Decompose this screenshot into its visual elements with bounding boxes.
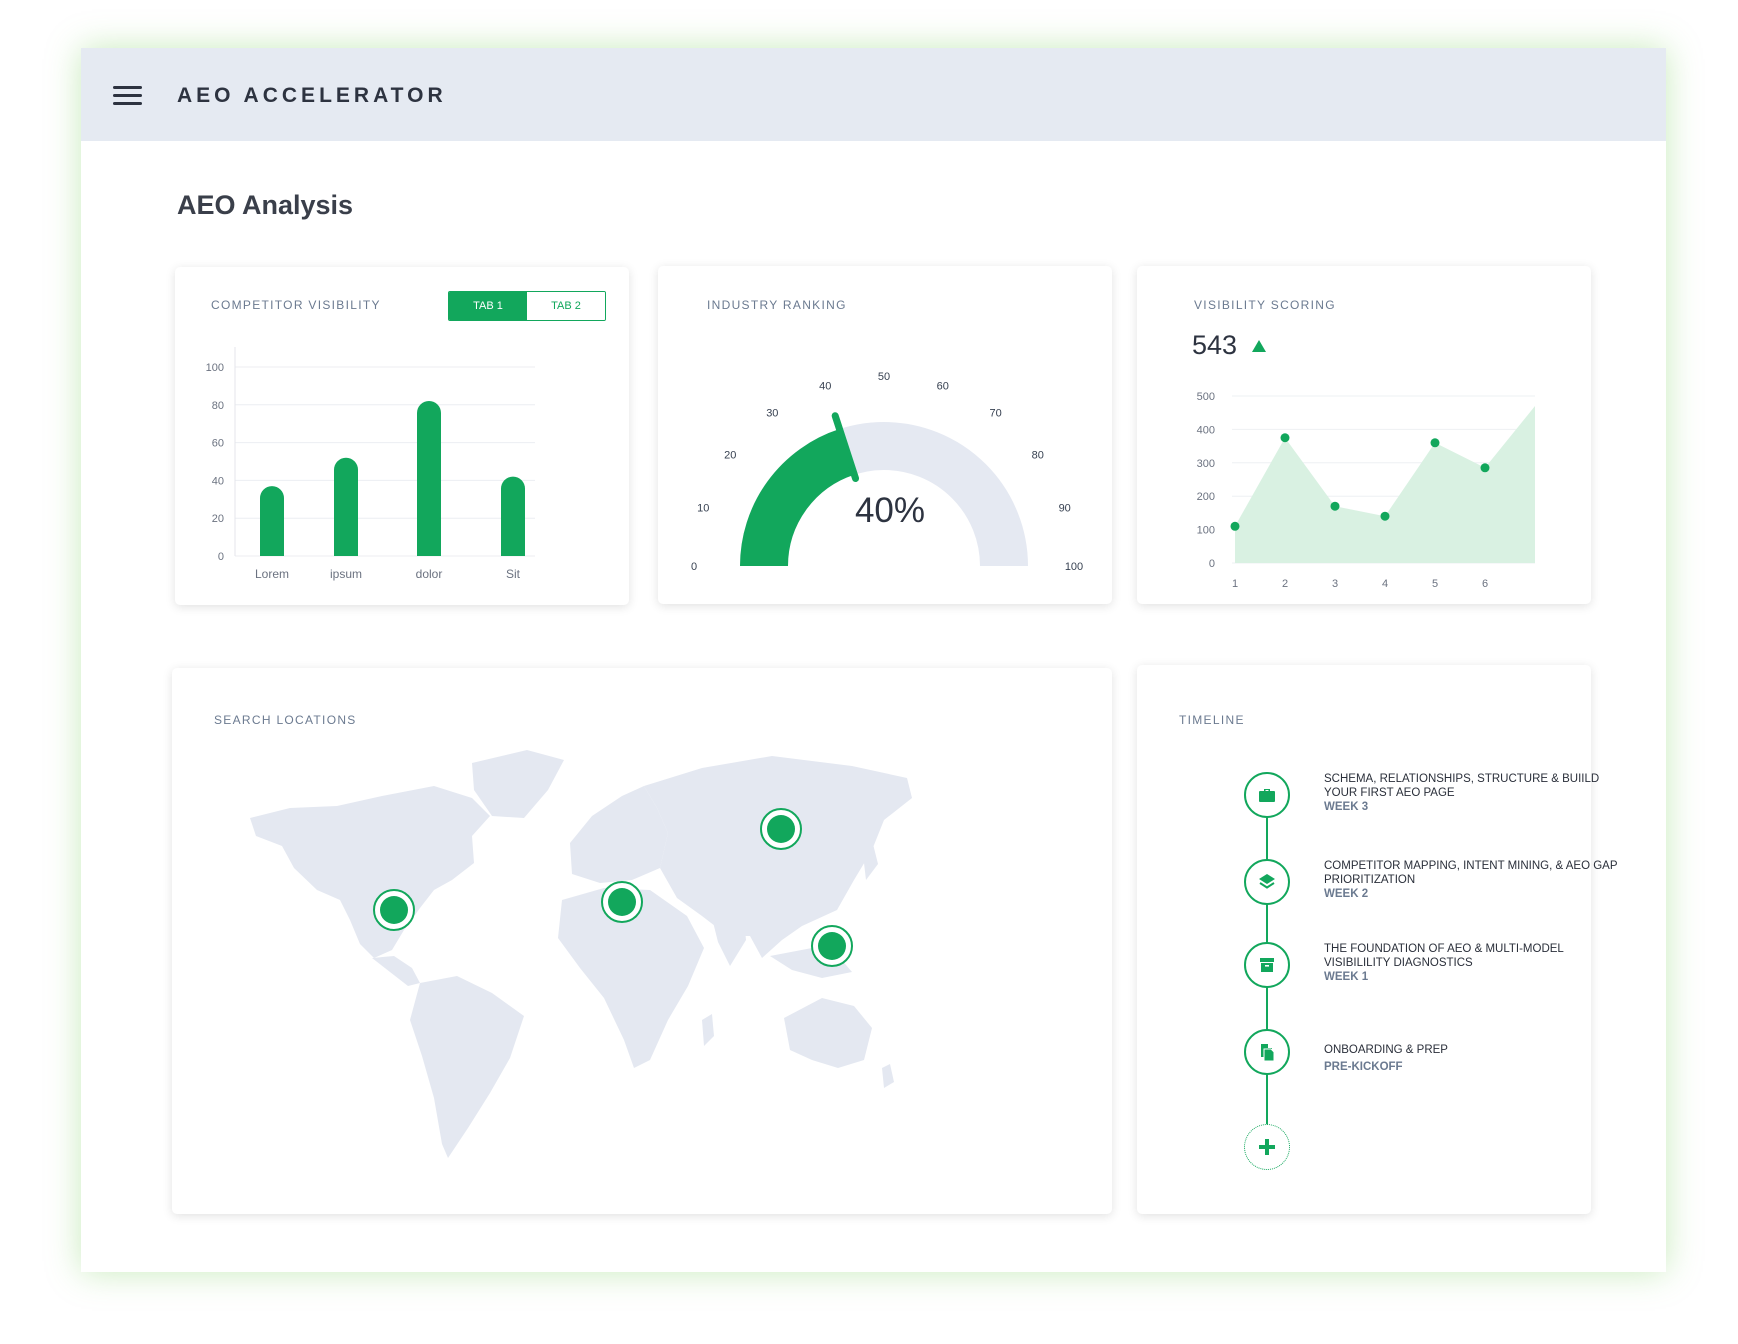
top-bar: AEO ACCELERATOR — [81, 48, 1666, 141]
app-window: AEO ACCELERATOR AEO Analysis COMPETITOR … — [81, 48, 1666, 1272]
data-point — [1480, 463, 1490, 473]
y-tick-label: 100 — [206, 362, 224, 374]
gauge-tick-label: 80 — [1032, 449, 1044, 461]
gauge-tick-label: 40 — [819, 380, 831, 392]
australia — [784, 998, 872, 1068]
y-tick-label: 80 — [212, 400, 224, 412]
gauge-tick-label: 0 — [691, 561, 697, 573]
y-tick-label: 0 — [1209, 558, 1215, 570]
gauge-value: 40% — [854, 491, 926, 530]
gauge-tick-label: 50 — [878, 371, 890, 383]
y-tick-label: 0 — [218, 551, 224, 563]
x-tick-label: 5 — [1432, 578, 1438, 590]
gauge-tick-label: 70 — [990, 407, 1002, 419]
x-tick-label: 1 — [1232, 578, 1238, 590]
layers-icon — [1244, 859, 1290, 905]
y-tick-label: 400 — [1197, 424, 1215, 436]
new-zealand — [882, 1064, 894, 1088]
timeline-item-title: THE FOUNDATION OF AEO & MULTI-MODEL VISI… — [1324, 943, 1564, 969]
visibility-scoring-card: VISIBILITY SCORING 543 0 100 200 300 400 500 1… — [1137, 266, 1591, 604]
timeline-item-week: WEEK 3 — [1324, 801, 1369, 813]
y-tick-label: 500 — [1197, 391, 1215, 403]
north-america — [250, 786, 490, 958]
x-tick-label: 2 — [1282, 578, 1288, 590]
card-title: TIMELINE — [1179, 713, 1245, 727]
page-title: AEO Analysis — [177, 190, 354, 220]
x-tick-label: Lorem — [255, 567, 289, 581]
timeline-item-week: WEEK 1 — [1324, 971, 1369, 983]
search-locations-card: SEARCH LOCATIONS — [172, 668, 1112, 1214]
plus-icon[interactable] — [1244, 1124, 1290, 1170]
archive-box-icon — [1244, 942, 1290, 988]
x-tick-label: 6 — [1482, 578, 1488, 590]
bar — [501, 476, 525, 556]
bar-chart: 0 20 40 60 80 100 Lorem ipsum dolor Sit — [206, 347, 535, 581]
gauge-tick-label: 60 — [937, 380, 949, 392]
hamburger-menu-icon[interactable] — [113, 86, 142, 106]
data-point — [1430, 438, 1440, 448]
gauge-tick-label: 20 — [724, 449, 736, 461]
india — [712, 918, 746, 966]
location-marker — [608, 888, 636, 916]
area-chart: 0 100 200 300 400 500 1 2 3 4 5 6 — [1197, 391, 1535, 590]
x-tick-label: Sit — [506, 567, 521, 581]
y-tick-label: 200 — [1197, 491, 1215, 503]
location-marker — [380, 896, 408, 924]
bar — [417, 401, 441, 556]
x-tick-label: 4 — [1382, 578, 1388, 590]
madagascar — [702, 1014, 714, 1046]
gauge-chart: 0 10 20 30 40 50 60 70 80 90 100 — [691, 371, 1083, 573]
japan — [862, 840, 878, 880]
bar — [334, 457, 358, 556]
briefcase-icon — [1244, 772, 1290, 818]
x-tick-label: 3 — [1332, 578, 1338, 590]
central-america — [372, 956, 420, 986]
timeline-item-title: ONBOARDING & PREP — [1324, 1044, 1448, 1056]
timeline-item-week: PRE-KICKOFF — [1324, 1061, 1403, 1073]
gauge-tick-label: 100 — [1065, 561, 1083, 573]
y-tick-label: 100 — [1197, 525, 1215, 537]
timeline-item-week: WEEK 2 — [1324, 888, 1369, 900]
y-tick-label: 20 — [212, 513, 224, 525]
timeline-card: TIMELINE — [1137, 665, 1591, 1214]
gauge-tick-label: 10 — [697, 502, 709, 514]
south-america — [410, 976, 524, 1158]
location-marker — [818, 932, 846, 960]
data-point — [1380, 511, 1390, 521]
competitor-visibility-card: COMPETITOR VISIBILITY TAB 1 TAB 2 0 20 40 6… — [175, 267, 629, 605]
bar — [260, 486, 284, 556]
greenland — [472, 750, 564, 818]
world-map — [250, 750, 912, 1158]
data-point — [1230, 521, 1240, 531]
y-tick-label: 40 — [212, 475, 224, 487]
data-point — [1330, 501, 1340, 511]
location-marker — [767, 815, 795, 843]
gauge-tick-label: 30 — [766, 407, 778, 419]
x-tick-label: dolor — [416, 567, 443, 581]
industry-ranking-card: INDUSTRY RANKING 0 10 20 30 40 50 60 70 80 90 100 … — [658, 266, 1112, 604]
y-tick-label: 300 — [1197, 458, 1215, 470]
app-title: AEO ACCELERATOR — [177, 84, 447, 107]
timeline-item-title: SCHEMA, RELATIONSHIPS, STRUCTURE & BUIIL… — [1324, 773, 1600, 799]
data-point — [1280, 433, 1290, 443]
timeline-item-title: COMPETITOR MAPPING, INTENT MINING, & AEO… — [1324, 860, 1618, 886]
y-tick-label: 60 — [212, 438, 224, 450]
gauge-tick-label: 90 — [1059, 502, 1071, 514]
x-tick-label: ipsum — [330, 567, 362, 581]
document-icon — [1244, 1029, 1290, 1075]
